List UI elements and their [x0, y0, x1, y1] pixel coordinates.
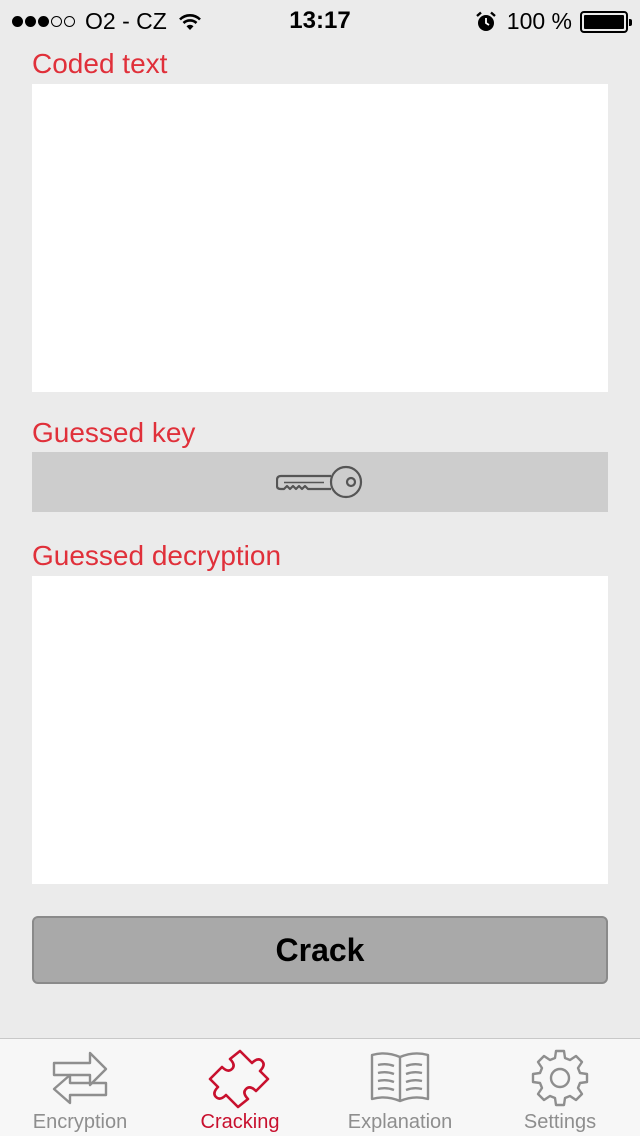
- guessed-decryption-label: Guessed decryption: [32, 540, 282, 571]
- status-right: 100 %: [475, 8, 632, 35]
- crack-button[interactable]: Crack: [32, 916, 608, 984]
- battery-icon: [580, 10, 632, 33]
- gear-icon: [531, 1049, 589, 1107]
- tab-bar: Encryption Cracking Explanation Settings: [0, 1038, 640, 1136]
- coded-text-input[interactable]: [32, 84, 608, 392]
- tab-cracking-label: Cracking: [200, 1111, 280, 1133]
- tab-explanation-label: Explanation: [347, 1111, 453, 1133]
- tab-explanation[interactable]: Explanation: [320, 1039, 480, 1136]
- status-bar: O2 - CZ 13:17 100 %: [0, 0, 640, 40]
- guessed-key-label: Guessed key: [32, 417, 196, 448]
- tab-encryption-label: Encryption: [32, 1111, 128, 1133]
- battery-percentage: 100 %: [506, 8, 572, 34]
- tab-settings-label: Settings: [523, 1111, 597, 1133]
- book-icon: [370, 1052, 430, 1103]
- alarm-icon: [475, 11, 496, 31]
- guessed-decryption-output: [32, 576, 608, 884]
- puzzle-icon: [208, 1049, 270, 1109]
- coded-text-label: Coded text: [32, 48, 168, 79]
- key-icon: [276, 465, 363, 499]
- tab-settings[interactable]: Settings: [480, 1039, 640, 1136]
- guessed-key-field: [32, 452, 608, 512]
- swap-arrows-icon: [52, 1051, 108, 1105]
- tab-encryption[interactable]: Encryption: [0, 1039, 160, 1136]
- tab-cracking[interactable]: Cracking: [160, 1039, 320, 1136]
